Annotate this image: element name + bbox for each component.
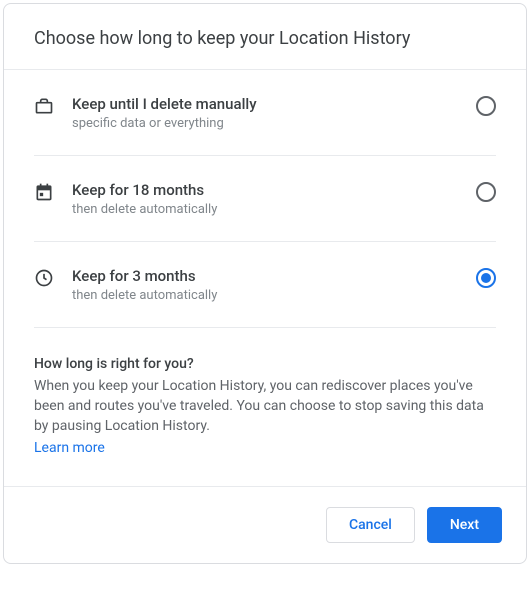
dialog-title: Choose how long to keep your Location Hi…: [34, 28, 502, 49]
info-body: When you keep your Location History, you…: [34, 376, 496, 436]
option-title: Keep for 18 months: [72, 180, 476, 200]
radio-button[interactable]: [476, 268, 496, 288]
radio-button[interactable]: [476, 182, 496, 202]
next-button[interactable]: Next: [427, 507, 502, 543]
option-keep-3-months[interactable]: Keep for 3 months then delete automatica…: [34, 242, 496, 328]
location-history-dialog: Choose how long to keep your Location Hi…: [3, 3, 527, 564]
option-text: Keep for 3 months then delete automatica…: [72, 266, 476, 303]
option-title: Keep for 3 months: [72, 266, 476, 286]
option-text: Keep until I delete manually specific da…: [72, 94, 476, 131]
option-keep-18-months[interactable]: Keep for 18 months then delete automatic…: [34, 156, 496, 242]
options-list: Keep until I delete manually specific da…: [4, 70, 526, 328]
learn-more-link[interactable]: Learn more: [34, 440, 105, 456]
info-title: How long is right for you?: [34, 356, 496, 372]
clock-icon: [34, 268, 54, 288]
radio-button[interactable]: [476, 96, 496, 116]
cancel-button[interactable]: Cancel: [326, 507, 415, 543]
option-subtitle: specific data or everything: [72, 116, 476, 131]
option-keep-manual[interactable]: Keep until I delete manually specific da…: [34, 70, 496, 156]
option-title: Keep until I delete manually: [72, 94, 476, 114]
briefcase-icon: [34, 96, 54, 116]
calendar-icon: [34, 182, 54, 202]
dialog-footer: Cancel Next: [4, 486, 526, 563]
option-subtitle: then delete automatically: [72, 202, 476, 217]
option-text: Keep for 18 months then delete automatic…: [72, 180, 476, 217]
info-section: How long is right for you? When you keep…: [4, 328, 526, 486]
dialog-header: Choose how long to keep your Location Hi…: [4, 4, 526, 70]
option-subtitle: then delete automatically: [72, 288, 476, 303]
